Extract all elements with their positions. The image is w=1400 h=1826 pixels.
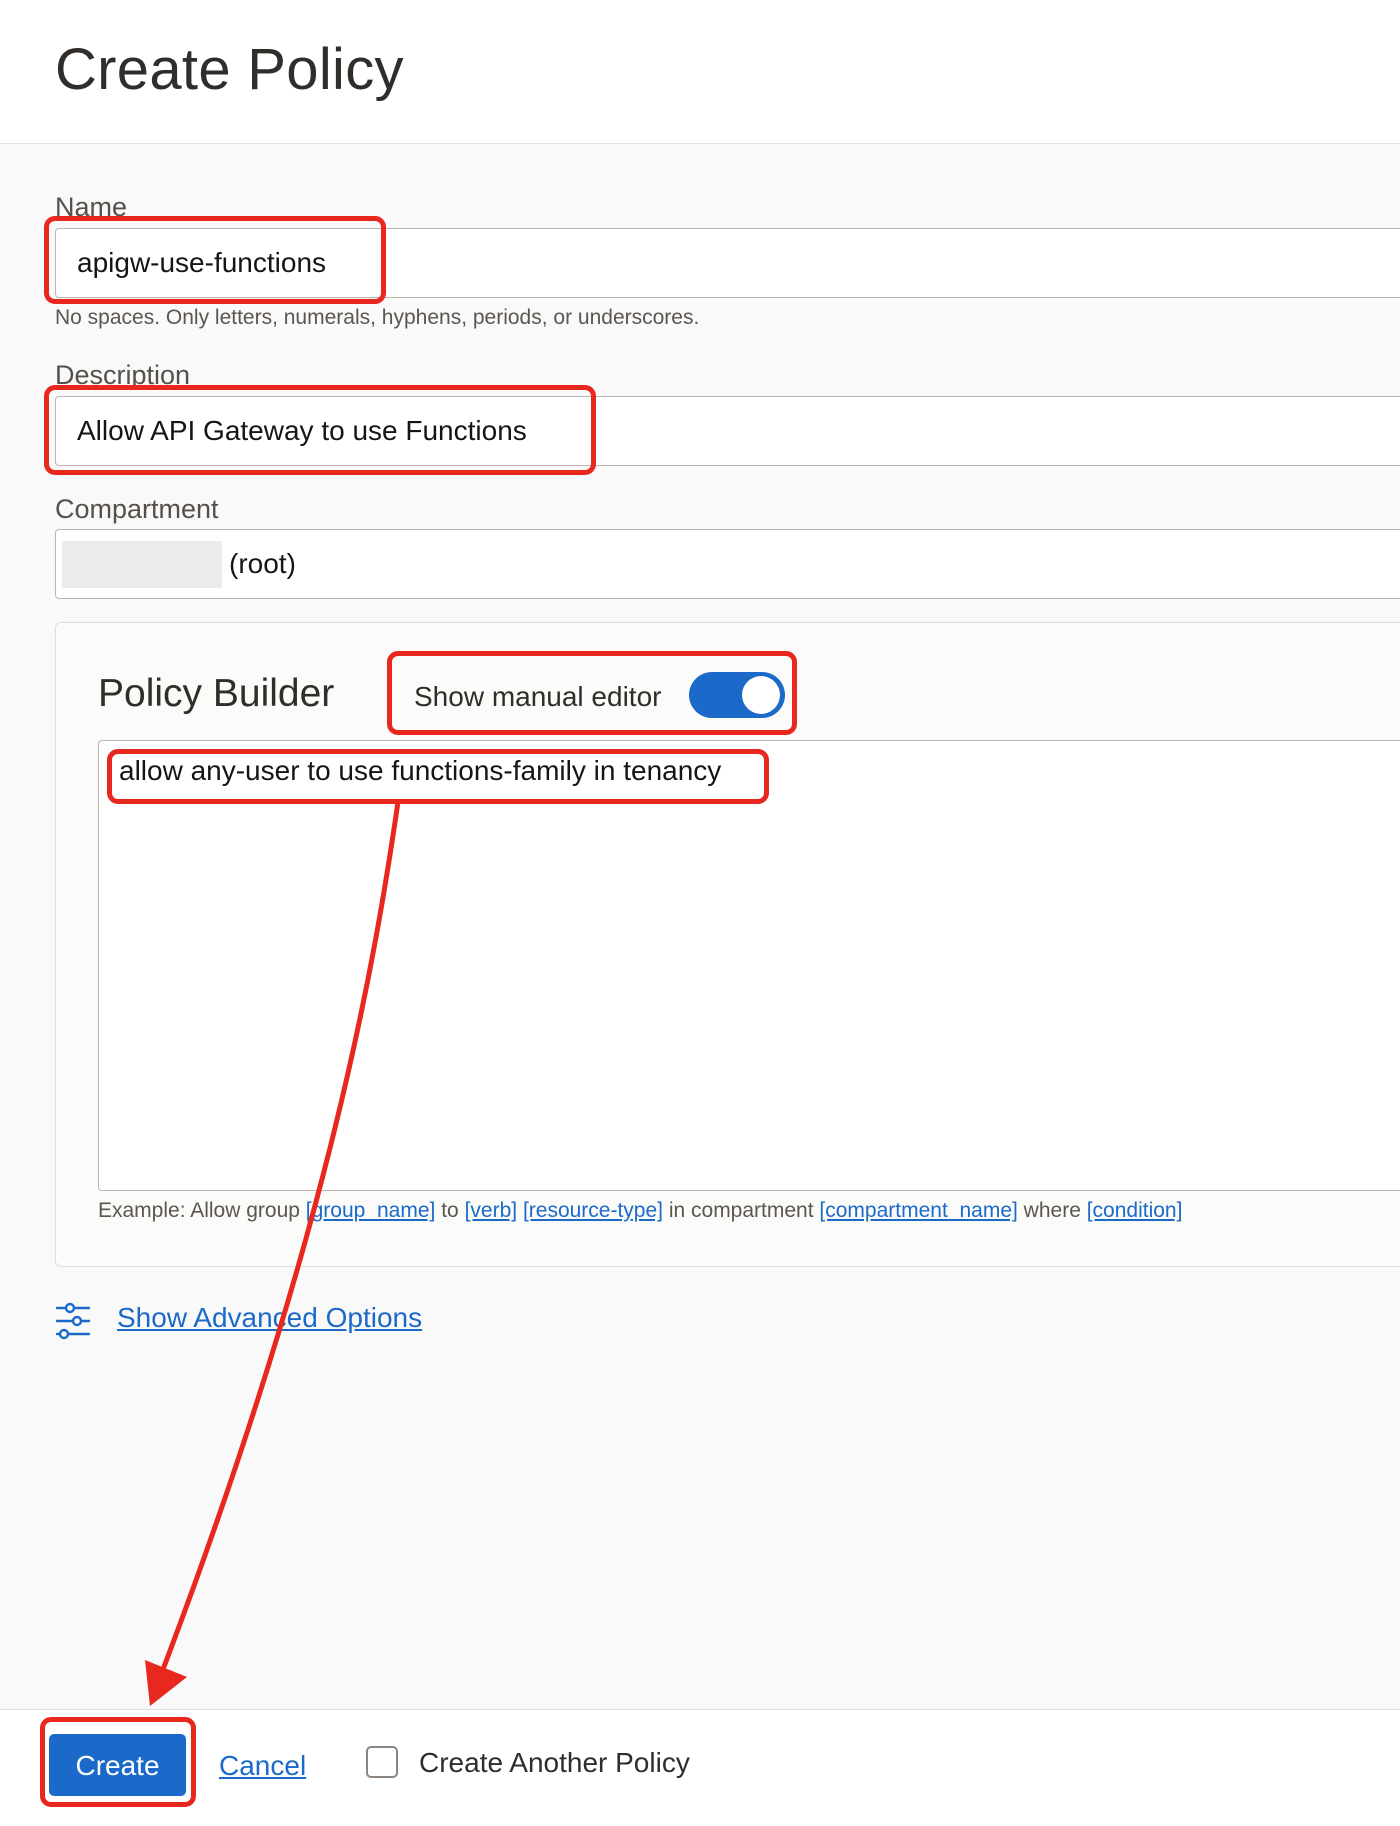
policy-statement-editor[interactable]: allow any-user to use functions-family i…: [98, 740, 1400, 1191]
name-hint: No spaces. Only letters, numerals, hyphe…: [55, 306, 700, 329]
compartment-label: Compartment: [55, 494, 219, 524]
form-footer: Create Cancel Create Another Policy: [0, 1709, 1400, 1826]
name-label: Name: [55, 192, 128, 222]
cancel-link[interactable]: Cancel: [219, 1750, 306, 1782]
example-in-compartment: in compartment: [663, 1199, 820, 1222]
page-header: Create Policy: [0, 0, 1400, 144]
policy-statement-text: allow any-user to use functions-family i…: [119, 755, 722, 786]
example-condition-link[interactable]: [condition]: [1087, 1199, 1183, 1222]
create-another-checkbox[interactable]: [366, 1746, 398, 1778]
policy-builder-title: Policy Builder: [98, 672, 335, 715]
manual-editor-label: Show manual editor: [414, 681, 662, 712]
name-input[interactable]: [55, 228, 1400, 298]
policy-example: Example: Allow group [group_name] to [ve…: [98, 1199, 1182, 1223]
redacted-compartment-name: [62, 541, 222, 588]
example-where: where: [1017, 1199, 1087, 1222]
page-title: Create Policy: [55, 37, 404, 102]
example-compartment-name-link[interactable]: [compartment_name]: [819, 1199, 1017, 1222]
example-group-name-link[interactable]: [group_name]: [306, 1199, 436, 1222]
example-resource-type-link[interactable]: [resource-type]: [523, 1199, 663, 1222]
example-to: to: [435, 1199, 465, 1222]
sliders-icon: [55, 1302, 91, 1340]
policy-builder-panel: Policy Builder Show manual editor allow …: [55, 622, 1400, 1267]
example-verb-link[interactable]: [verb]: [465, 1199, 518, 1222]
compartment-select[interactable]: (root): [55, 529, 1400, 599]
toggle-knob: [742, 676, 780, 714]
create-another-label: Create Another Policy: [419, 1747, 690, 1778]
manual-editor-toggle[interactable]: [689, 672, 785, 718]
create-button[interactable]: Create: [49, 1734, 186, 1796]
compartment-value: (root): [229, 548, 296, 579]
show-advanced-options-link[interactable]: Show Advanced Options: [117, 1302, 422, 1334]
example-prefix: Example: Allow group: [98, 1199, 306, 1222]
description-label: Description: [55, 360, 191, 390]
description-input[interactable]: [55, 396, 1400, 466]
